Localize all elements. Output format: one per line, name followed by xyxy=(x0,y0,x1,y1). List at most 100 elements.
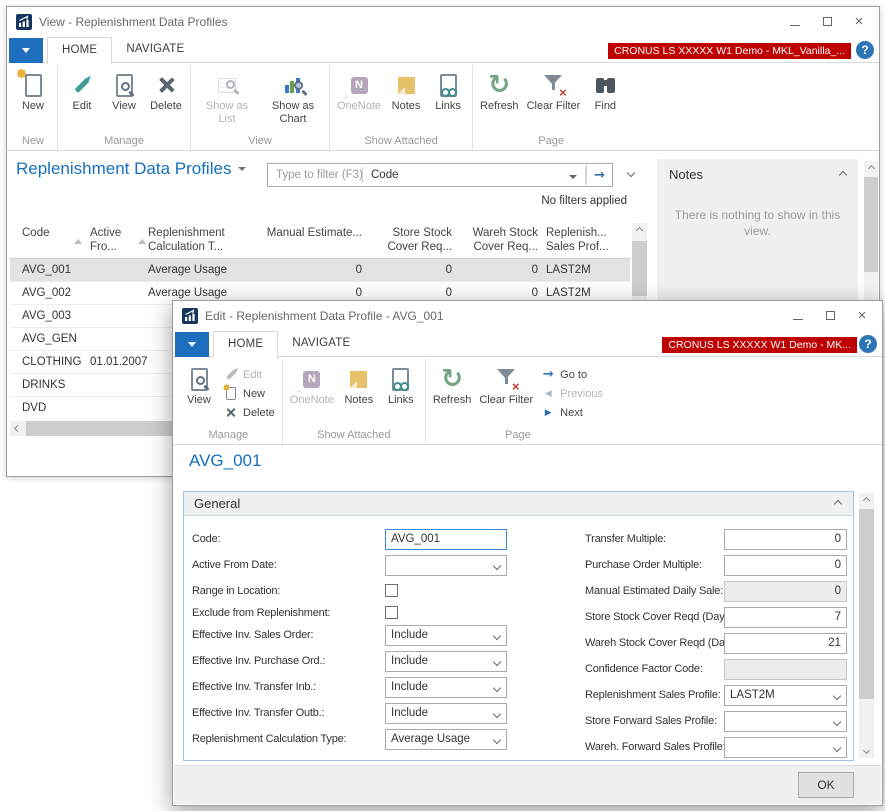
scrollbar-thumb[interactable] xyxy=(859,509,874,699)
field-store-forward-sales-profile: Store Forward Sales Profile: xyxy=(184,711,853,732)
refresh-button[interactable]: ↻ Refresh xyxy=(476,67,523,113)
cell-code: AVG_002 xyxy=(22,282,80,304)
scroll-up-arrow[interactable] xyxy=(632,223,647,238)
links-button[interactable]: Links xyxy=(427,67,469,113)
notes-empty-message: There is nothing to show in this view. xyxy=(667,207,848,239)
filter-input[interactable]: Type to filter (F3) xyxy=(268,169,362,181)
close-button[interactable]: × xyxy=(846,301,878,329)
window-title: Edit - Replenishment Data Profile - AVG_… xyxy=(205,301,444,331)
scroll-up-arrow[interactable] xyxy=(864,161,878,176)
cell-active-from: 01.01.2007 xyxy=(90,351,146,373)
page-title: Replenishment Data Profiles xyxy=(16,159,246,179)
refresh-icon: ↻ xyxy=(435,364,469,394)
onenote-button: N→ OneNote xyxy=(333,67,385,113)
delete-button[interactable]: Delete xyxy=(145,67,187,113)
notes-button[interactable]: Notes xyxy=(385,67,427,113)
view-document-icon xyxy=(107,70,141,100)
tab-navigate[interactable]: NAVIGATE xyxy=(112,37,198,63)
help-button[interactable]: ? xyxy=(856,41,874,59)
cell-code: DVD xyxy=(22,397,80,419)
clear-filter-icon: × xyxy=(489,364,523,394)
sticky-note-icon xyxy=(342,364,376,394)
page-title-dropdown-icon[interactable] xyxy=(238,167,246,171)
transfer-multiple-input[interactable]: 0 xyxy=(724,529,847,550)
store-forward-sales-profile-select[interactable] xyxy=(724,711,847,732)
ribbon-group-manage: View Edit New Delete Manage xyxy=(175,359,283,444)
sticky-note-icon xyxy=(389,70,423,100)
app-menu-button[interactable] xyxy=(9,38,43,63)
column-header-manual-estimate[interactable]: Manual Estimate... xyxy=(262,226,362,240)
section-collapse-icon[interactable] xyxy=(834,500,842,508)
scroll-down-arrow[interactable] xyxy=(859,743,874,758)
notes-button[interactable]: Notes xyxy=(338,361,380,407)
clear-filter-icon: × xyxy=(536,70,570,100)
table-row[interactable]: AVG_001 Average Usage 0 0 0 LAST2M xyxy=(10,259,630,282)
notes-collapse-icon[interactable] xyxy=(839,171,847,179)
confidence-factor-code-input xyxy=(724,659,847,680)
front-window-titlebar[interactable]: Edit - Replenishment Data Profile - AVG_… xyxy=(173,301,882,331)
scrollbar-thumb[interactable] xyxy=(632,241,647,296)
tab-home[interactable]: HOME xyxy=(213,331,278,358)
find-button[interactable]: Find xyxy=(584,67,626,113)
delete-button[interactable]: Delete xyxy=(220,403,279,422)
filter-field-selector[interactable]: Code xyxy=(363,169,561,181)
record-title: AVG_001 xyxy=(189,451,261,471)
apply-filter-button[interactable]: → xyxy=(586,164,612,186)
cell-code: AVG_GEN xyxy=(22,328,80,350)
column-header-code[interactable]: Code xyxy=(22,226,80,240)
field-transfer-multiple: Transfer Multiple: 0 xyxy=(184,529,853,550)
scrollbar-thumb[interactable] xyxy=(864,177,878,272)
edit-button: Edit xyxy=(220,365,279,384)
filter-pane-collapse-icon[interactable] xyxy=(627,169,635,177)
field-label: Replenishment Sales Profile: xyxy=(585,685,721,706)
tab-home[interactable]: HOME xyxy=(47,37,112,64)
ok-button[interactable]: OK xyxy=(798,772,854,798)
close-button[interactable]: × xyxy=(843,7,875,35)
minimize-button[interactable] xyxy=(782,301,814,329)
column-header-sales-profile[interactable]: Replenish... Sales Prof... xyxy=(546,226,636,254)
ribbon-group-page: ↻ Refresh × Clear Filter Find Page xyxy=(473,65,629,150)
minimize-button[interactable] xyxy=(779,7,811,35)
clear-filter-button[interactable]: × Clear Filter xyxy=(523,67,585,113)
maximize-button[interactable] xyxy=(811,7,843,35)
column-header-calc-type[interactable]: Replenishment Calculation T... xyxy=(148,226,260,254)
links-chain-icon xyxy=(384,364,418,394)
onenote-arrow-icon: → xyxy=(293,385,303,396)
help-button[interactable]: ? xyxy=(859,335,877,353)
column-header-store-cover[interactable]: Store Stock Cover Req... xyxy=(366,226,452,254)
new-button[interactable]: New xyxy=(220,384,279,403)
column-header-wareh-cover[interactable]: Wareh Stock Cover Req... xyxy=(454,226,538,254)
maximize-button[interactable] xyxy=(814,301,846,329)
field-label: Wareh. Forward Sales Profile: xyxy=(585,737,726,758)
cell-code: AVG_003 xyxy=(22,305,80,327)
purchase-order-multiple-input[interactable]: 0 xyxy=(724,555,847,576)
filter-field-dropdown-icon[interactable] xyxy=(561,166,585,184)
view-button[interactable]: View xyxy=(103,67,145,113)
goto-button[interactable]: →Go to xyxy=(537,365,607,384)
replenishment-sales-profile-select[interactable]: LAST2M xyxy=(724,685,847,706)
previous-button: ◀Previous xyxy=(537,384,607,403)
edit-button[interactable]: Edit xyxy=(61,67,103,113)
general-fasttab-header[interactable]: General xyxy=(184,492,853,516)
wareh-forward-sales-profile-select[interactable] xyxy=(724,737,847,758)
view-button[interactable]: View xyxy=(178,361,220,407)
store-stock-cover-reqd-input[interactable]: 7 xyxy=(724,607,847,628)
show-as-chart-button[interactable]: Show as Chart xyxy=(260,67,326,126)
sort-ascending-icon xyxy=(138,239,146,244)
ribbon: View Edit New Delete Manage N→ OneNote N… xyxy=(173,357,882,445)
scroll-up-arrow[interactable] xyxy=(859,493,874,508)
tab-navigate[interactable]: NAVIGATE xyxy=(278,331,364,357)
back-window-titlebar[interactable]: View - Replenishment Data Profiles × xyxy=(7,7,879,37)
table-header: Code Active Fro... Replenishment Calcula… xyxy=(10,223,630,259)
next-button[interactable]: ▶Next xyxy=(537,403,607,422)
new-button[interactable]: New xyxy=(12,67,54,113)
field-label: Store Forward Sales Profile: xyxy=(585,711,717,732)
wareh-stock-cover-reqd-input[interactable]: 21 xyxy=(724,633,847,654)
card-vertical-scrollbar[interactable] xyxy=(859,493,874,758)
ribbon-group-show-attached: N→ OneNote Notes Links Show Attached xyxy=(330,65,473,150)
scroll-left-arrow[interactable] xyxy=(10,421,25,436)
links-button[interactable]: Links xyxy=(380,361,422,407)
clear-filter-button[interactable]: × Clear Filter xyxy=(475,361,537,407)
app-menu-button[interactable] xyxy=(175,332,209,357)
refresh-button[interactable]: ↻ Refresh xyxy=(429,361,476,407)
